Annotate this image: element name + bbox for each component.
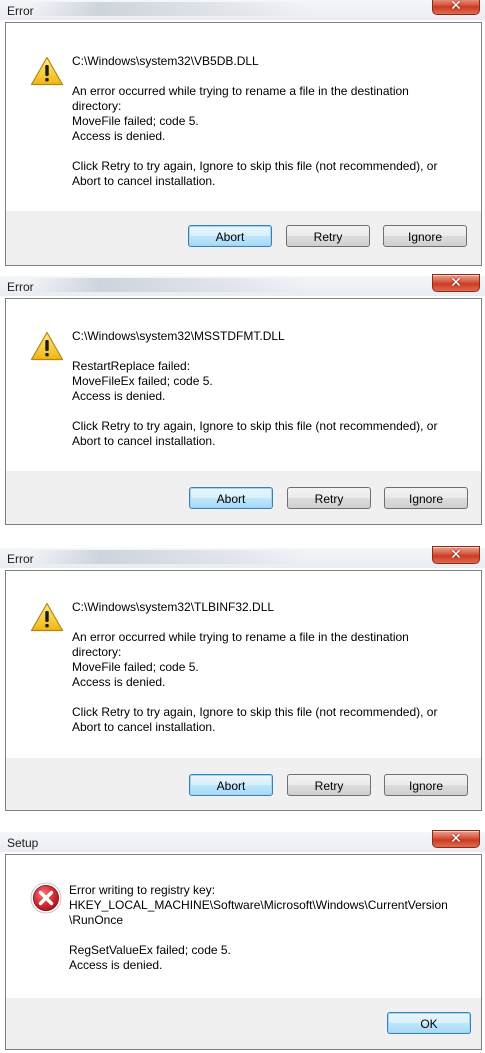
dialog-frame: Error writing to registry key: HKEY_LOCA…: [5, 854, 482, 1050]
close-button[interactable]: ✕: [432, 274, 480, 292]
retry-button[interactable]: Retry: [287, 487, 371, 509]
close-icon: ✕: [450, 830, 462, 846]
file-path: C:\Windows\system32\MSSTDFMT.DLL: [72, 329, 285, 343]
message-text: Error writing to registry key: HKEY_LOCA…: [69, 883, 469, 973]
error-dialog-vb5db: Error ✕ C:\Windows\system32\VB5DB.DLL An…: [0, 0, 485, 268]
detail-line: RegSetValueEx failed; code 5.: [69, 943, 231, 957]
ignore-button[interactable]: Ignore: [384, 774, 468, 796]
instruction-line: Click Retry to try again, Ignore to skip…: [72, 705, 438, 719]
title-bar[interactable]: Error ✕: [0, 0, 485, 20]
message-text: C:\Windows\system32\VB5DB.DLL An error o…: [72, 54, 472, 189]
window-title: Error: [7, 280, 34, 294]
dialog-frame: C:\Windows\system32\TLBINF32.DLL An erro…: [5, 570, 482, 811]
registry-key: \RunOnce: [69, 913, 124, 927]
instruction-line: Abort to cancel installation.: [72, 434, 216, 448]
close-button[interactable]: ✕: [432, 546, 480, 564]
error-dialog-tlbinf32: Error ✕ C:\Windows\system32\TLBINF32.DLL…: [0, 546, 485, 814]
ignore-button[interactable]: Ignore: [384, 487, 468, 509]
message-area: C:\Windows\system32\TLBINF32.DLL An erro…: [6, 571, 481, 758]
title-bar[interactable]: Setup ✕: [0, 830, 485, 852]
ok-button[interactable]: OK: [387, 1012, 471, 1034]
message-line: An error occurred while trying to rename…: [72, 84, 409, 98]
window-title: Error: [7, 4, 34, 18]
file-path: C:\Windows\system32\TLBINF32.DLL: [72, 600, 275, 614]
close-button[interactable]: ✕: [432, 830, 480, 848]
title-bar[interactable]: Error ✕: [0, 274, 485, 296]
message-line: Access is denied.: [72, 129, 166, 143]
abort-button[interactable]: Abort: [188, 225, 272, 247]
message-line: Access is denied.: [72, 675, 166, 689]
close-button[interactable]: ✕: [432, 0, 480, 15]
message-area: C:\Windows\system32\VB5DB.DLL An error o…: [6, 23, 481, 211]
close-icon: ✕: [450, 0, 462, 13]
dialog-frame: C:\Windows\system32\VB5DB.DLL An error o…: [5, 22, 482, 266]
window-title: Setup: [7, 836, 39, 850]
message-area: C:\Windows\system32\MSSTDFMT.DLL Restart…: [6, 299, 481, 471]
message-line: directory:: [72, 645, 122, 659]
message-line: MoveFile failed; code 5.: [72, 114, 199, 128]
close-icon: ✕: [450, 274, 462, 290]
message-line: An error occurred while trying to rename…: [72, 630, 409, 644]
retry-button[interactable]: Retry: [287, 774, 371, 796]
message-line: MoveFile failed; code 5.: [72, 660, 199, 674]
ignore-button[interactable]: Ignore: [383, 225, 467, 247]
message-line: MoveFileEx failed; code 5.: [72, 374, 213, 388]
registry-key: HKEY_LOCAL_MACHINE\Software\Microsoft\Wi…: [69, 898, 448, 912]
title-bar[interactable]: Error ✕: [0, 546, 485, 568]
message-line: directory:: [72, 99, 122, 113]
warning-icon: [30, 602, 64, 632]
message-line: Error writing to registry key:: [69, 883, 216, 897]
message-area: Error writing to registry key: HKEY_LOCA…: [6, 855, 481, 998]
abort-button[interactable]: Abort: [189, 774, 273, 796]
file-path: C:\Windows\system32\VB5DB.DLL: [72, 54, 259, 68]
message-text: C:\Windows\system32\MSSTDFMT.DLL Restart…: [72, 329, 472, 449]
error-dialog-msstdfmt: Error ✕ C:\Windows\system32\MSSTDFMT.DLL…: [0, 274, 485, 528]
dialog-frame: C:\Windows\system32\MSSTDFMT.DLL Restart…: [5, 298, 482, 525]
instruction-line: Click Retry to try again, Ignore to skip…: [72, 419, 438, 433]
message-line: Access is denied.: [72, 389, 166, 403]
retry-button[interactable]: Retry: [286, 225, 370, 247]
warning-icon: [30, 331, 64, 361]
setup-dialog-registry: Setup ✕ Error writing to registry key: H…: [0, 830, 485, 1053]
error-icon: [30, 882, 62, 914]
instruction-line: Abort to cancel installation.: [72, 174, 216, 188]
abort-button[interactable]: Abort: [189, 487, 273, 509]
close-icon: ✕: [450, 546, 462, 562]
message-text: C:\Windows\system32\TLBINF32.DLL An erro…: [72, 600, 472, 735]
instruction-line: Abort to cancel installation.: [72, 720, 216, 734]
warning-icon: [30, 56, 64, 86]
window-title: Error: [7, 552, 34, 566]
instruction-line: Click Retry to try again, Ignore to skip…: [72, 159, 438, 173]
message-line: RestartReplace failed:: [72, 359, 191, 373]
detail-line: Access is denied.: [69, 958, 163, 972]
